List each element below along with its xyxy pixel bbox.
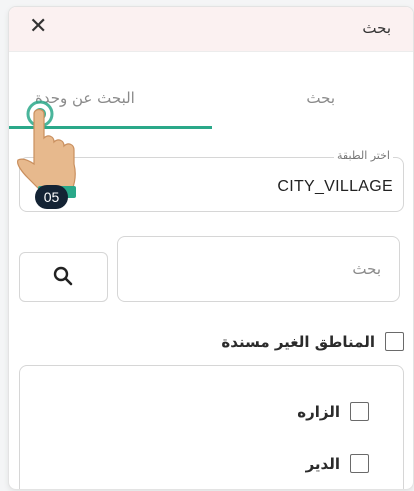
layer-select-value: CITY_VILLAGE — [277, 178, 393, 195]
panel-header: بحث ✕ — [9, 7, 413, 52]
search-icon — [53, 266, 73, 286]
unassigned-areas-label: المناطق الغير مسندة — [221, 332, 375, 351]
tab-search[interactable]: بحث — [306, 89, 335, 107]
checkbox-box[interactable] — [350, 402, 369, 421]
panel-title: بحث — [362, 19, 391, 37]
checkbox-box[interactable] — [385, 332, 404, 351]
search-panel: بحث ✕ البحث عن وحدة بحث اختر الطبقة CITY… — [8, 6, 414, 490]
unassigned-areas-checkbox[interactable]: المناطق الغير مسندة — [221, 332, 404, 351]
search-button[interactable] — [19, 252, 108, 302]
list-item-label: الزاره — [297, 402, 340, 421]
list-item[interactable]: الدير — [306, 454, 369, 473]
checkbox-box[interactable] — [350, 454, 369, 473]
list-item-label: الدير — [305, 454, 340, 473]
layer-select-label: اختر الطبقة — [334, 149, 393, 162]
search-input[interactable] — [117, 236, 400, 302]
tutorial-step-badge: 05 — [35, 185, 68, 209]
list-item[interactable]: الزاره — [297, 402, 369, 421]
close-icon[interactable]: ✕ — [29, 14, 47, 39]
